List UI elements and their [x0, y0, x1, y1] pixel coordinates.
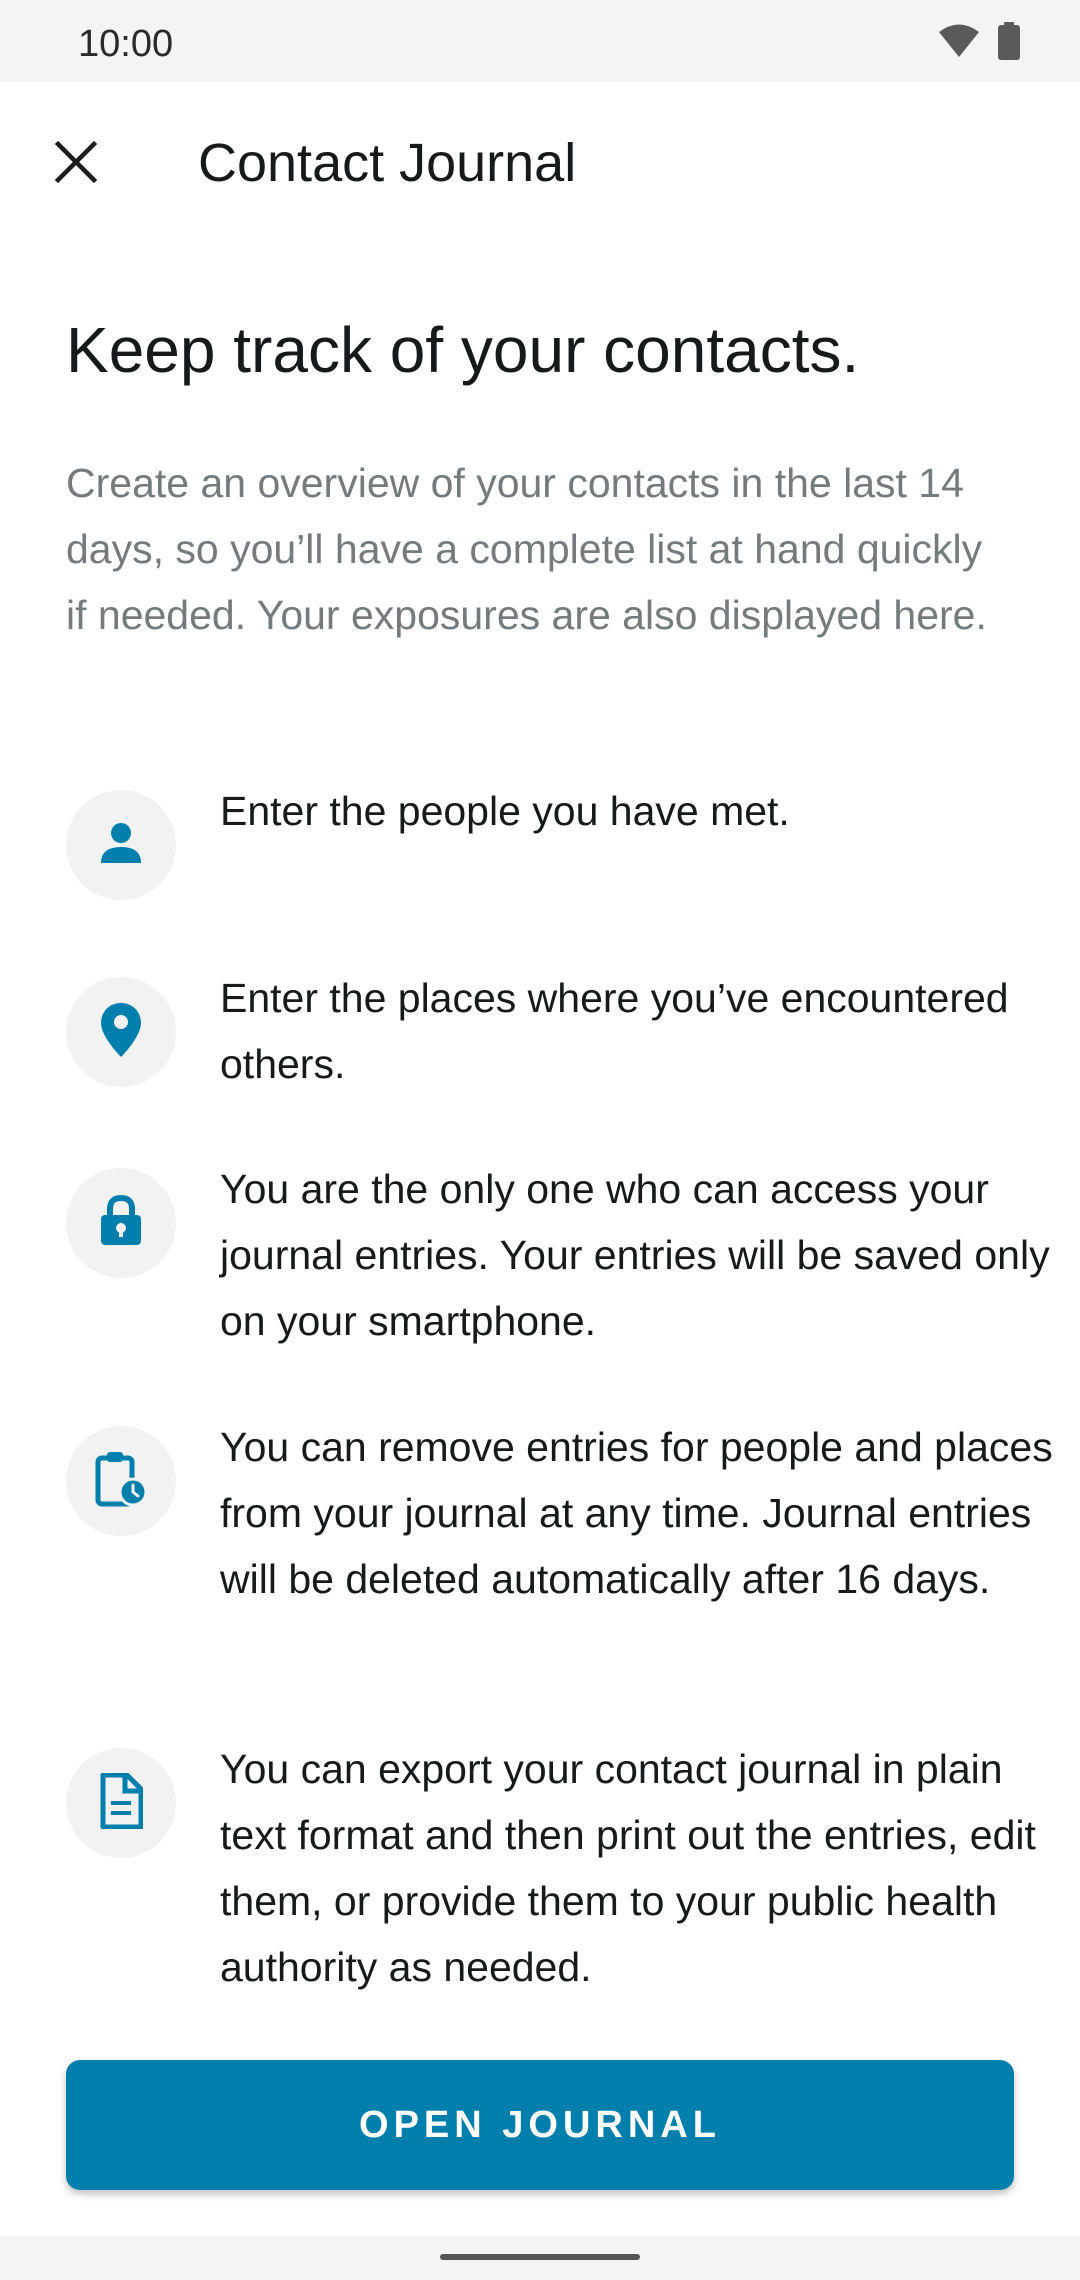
document-icon [99, 1772, 144, 1834]
status-time: 10:00 [78, 23, 174, 65]
feature-text: Enter the people you have met. [220, 788, 790, 834]
page-title: Contact Journal [198, 133, 577, 193]
navigation-bar [0, 2236, 1080, 2280]
clipboard-clock-icon [95, 1450, 148, 1513]
battery-icon [998, 22, 1020, 65]
headline: Keep track of your contacts. [66, 314, 860, 386]
main-content: Keep track of your contacts. Create an o… [66, 242, 1014, 648]
open-journal-button[interactable]: OPEN JOURNAL [66, 2060, 1014, 2190]
status-bar: 10:00 [0, 0, 1080, 82]
lock-icon [99, 1194, 143, 1252]
person-icon [97, 819, 145, 872]
feature-icon-circle [66, 1748, 176, 1858]
close-button[interactable] [36, 124, 116, 204]
location-pin-icon [99, 1001, 143, 1064]
intro-text: Create an overview of your contacts in t… [66, 460, 987, 638]
feature-text: You are the only one who can access your… [220, 1166, 1050, 1344]
app-toolbar: Contact Journal [0, 82, 1080, 242]
feature-icon-circle [66, 1426, 176, 1536]
feature-icon-circle [66, 977, 176, 1087]
gesture-handle[interactable] [440, 2254, 640, 2260]
close-icon [54, 140, 98, 189]
feature-icon-circle [66, 790, 176, 900]
feature-text: You can export your contact journal in p… [220, 1746, 1036, 1990]
status-icons [938, 22, 1020, 65]
wifi-icon [938, 23, 980, 64]
feature-icon-circle [66, 1168, 176, 1278]
feature-text: You can remove entries for people and pl… [220, 1424, 1053, 1602]
feature-text: Enter the places where you’ve encountere… [220, 975, 1009, 1087]
